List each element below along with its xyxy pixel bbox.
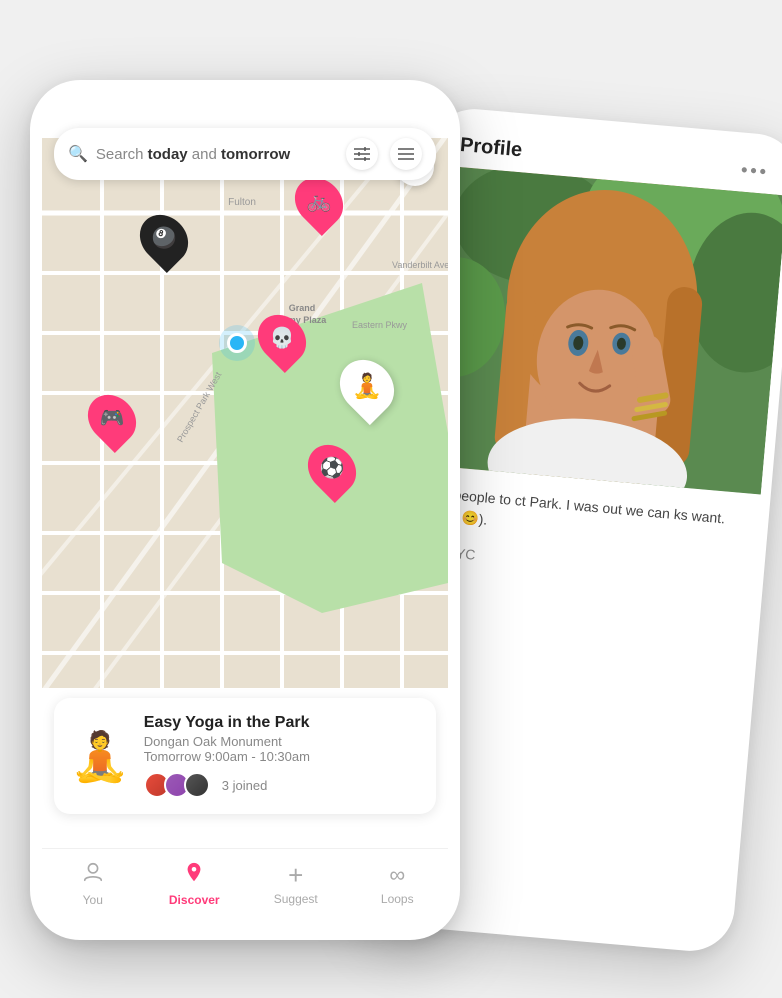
suggest-icon: + [288, 862, 303, 888]
joined-count: 3 joined [222, 778, 268, 793]
map-area[interactable]: Fulton Vanderbilt Ave Eastern Pkwy Prosp… [42, 138, 448, 688]
event-card[interactable]: 🧘 Easy Yoga in the Park Dongan Oak Monum… [54, 698, 436, 814]
bottom-nav: You Discover + Suggest ∞ [42, 848, 448, 928]
map-pin-yoga[interactable]: 🧘 [342, 358, 392, 416]
filter-button[interactable] [346, 138, 378, 170]
nav-discover-label: Discover [169, 893, 220, 907]
map-pin-soccer[interactable]: ⚽ [310, 443, 354, 495]
discover-icon [183, 861, 205, 889]
scene: Profile ••• [0, 0, 782, 998]
event-location: Dongan Oak Monument [144, 734, 420, 749]
avatar-group [144, 772, 204, 798]
svg-text:Fulton: Fulton [228, 197, 256, 208]
phone2-title: Profile [459, 134, 523, 162]
svg-text:Grand: Grand [289, 303, 316, 313]
event-emoji: 🧘 [70, 728, 130, 785]
avatar-3 [184, 772, 210, 798]
loops-icon: ∞ [389, 862, 405, 888]
search-text: Search today and tomorrow [96, 146, 346, 163]
user-location-dot [227, 333, 247, 353]
list-view-button[interactable] [390, 138, 422, 170]
nav-item-discover[interactable]: Discover [164, 861, 224, 907]
you-icon [82, 861, 104, 889]
nav-you-label: You [83, 893, 103, 907]
nav-item-suggest[interactable]: + Suggest [266, 862, 326, 906]
nav-suggest-label: Suggest [274, 892, 318, 906]
svg-text:Vanderbilt Ave: Vanderbilt Ave [392, 260, 448, 270]
map-pin-gaming[interactable]: 🎮 [90, 393, 134, 445]
map-pin-skull[interactable]: 💀 [260, 313, 304, 365]
svg-text:Eastern Pkwy: Eastern Pkwy [352, 320, 408, 330]
profile-photo [412, 165, 782, 494]
nav-loops-label: Loops [381, 892, 414, 906]
nav-item-you[interactable]: You [63, 861, 123, 907]
map-pin-cycling[interactable]: 🚲 [297, 176, 341, 228]
phone1-notch [185, 92, 305, 117]
nav-item-loops[interactable]: ∞ Loops [367, 862, 427, 906]
search-icon: 🔍 [68, 144, 88, 164]
event-time: Tomorrow 9:00am - 10:30am [144, 749, 420, 764]
phone-1: 🔍 Search today and tomorrow [30, 80, 460, 940]
map-pin-billiards[interactable]: 🎱 [142, 213, 186, 265]
event-info: Easy Yoga in the Park Dongan Oak Monumen… [144, 714, 420, 798]
search-bar[interactable]: 🔍 Search today and tomorrow [54, 128, 436, 180]
event-joined: 3 joined [144, 772, 420, 798]
event-title: Easy Yoga in the Park [144, 714, 420, 732]
phone2-menu-icon[interactable]: ••• [740, 160, 770, 183]
